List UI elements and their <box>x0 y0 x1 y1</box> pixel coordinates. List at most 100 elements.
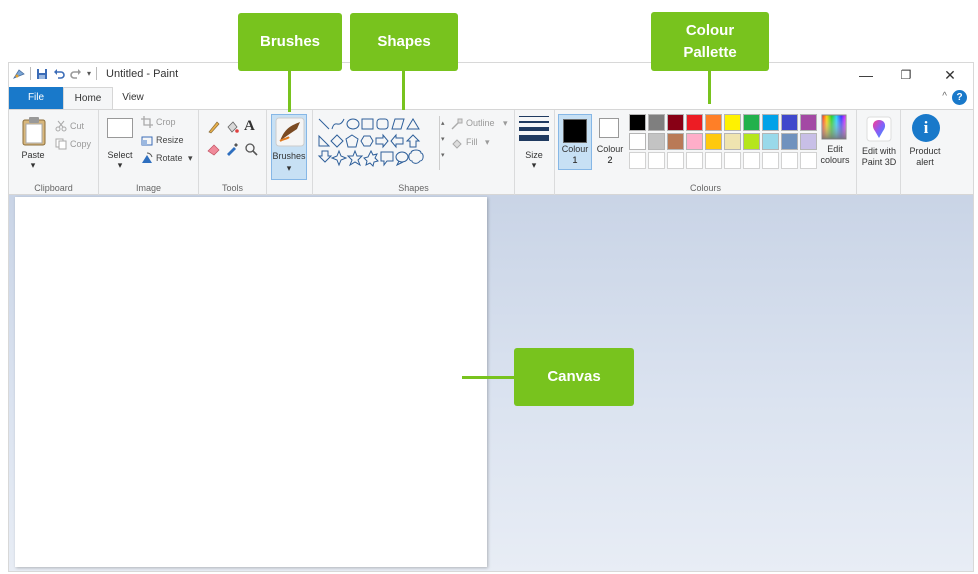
custom-colour-slot[interactable] <box>667 152 684 169</box>
custom-colour-slot[interactable] <box>648 152 665 169</box>
brushes-callout: Brushes <box>238 13 342 71</box>
outline-button[interactable]: Outline <box>466 118 495 128</box>
undo-icon[interactable] <box>53 68 65 80</box>
pencil-icon[interactable] <box>207 120 221 134</box>
palette-swatch[interactable] <box>667 133 684 150</box>
palette-swatch[interactable] <box>667 114 684 131</box>
palette-swatch[interactable] <box>743 114 760 131</box>
copy-icon[interactable] <box>55 138 67 150</box>
paste-chevron-down-icon[interactable]: ▾ <box>17 160 49 171</box>
fill-button[interactable]: Fill <box>466 137 478 147</box>
shapes-group: ▴ ▾ ▾ Outline ▾ Fill ▾ Shapes <box>313 110 515 196</box>
custom-colour-slot[interactable] <box>629 152 646 169</box>
colour1-swatch <box>563 119 587 143</box>
close-button[interactable]: ✕ <box>935 65 965 85</box>
help-icon[interactable]: ? <box>952 90 967 105</box>
brushes-label: Brushes <box>272 151 306 161</box>
palette-callout: Colour Pallette <box>651 12 769 71</box>
palette-swatch[interactable] <box>705 133 722 150</box>
save-icon[interactable] <box>36 68 48 80</box>
text-tool-icon[interactable]: A <box>244 118 255 135</box>
rotate-button[interactable]: Rotate <box>156 153 183 163</box>
palette-swatch[interactable] <box>762 114 779 131</box>
colours-group: Colour 1 1 Colour 2 2 Edit colours Colou… <box>555 110 857 196</box>
custom-colour-slot[interactable] <box>705 152 722 169</box>
workspace <box>9 195 973 571</box>
palette-swatch[interactable] <box>781 133 798 150</box>
palette-swatch[interactable] <box>743 133 760 150</box>
magnifier-icon[interactable] <box>244 142 258 156</box>
colour2-number: 2 <box>607 155 613 165</box>
redo-icon[interactable] <box>70 68 82 80</box>
qat-customize-chevron-icon[interactable]: ▾ <box>87 69 91 78</box>
resize-icon[interactable] <box>141 134 153 146</box>
copy-button[interactable]: Copy <box>70 139 91 149</box>
resize-button[interactable]: Resize <box>156 135 184 145</box>
eraser-icon[interactable] <box>207 142 221 156</box>
size-icon[interactable] <box>519 116 549 141</box>
outline-icon[interactable] <box>451 118 463 130</box>
ribbon-tabs: File Home View <box>9 87 973 109</box>
colour-palette <box>629 114 821 176</box>
product-alert-button[interactable]: Product <box>901 146 949 157</box>
crop-button[interactable]: Crop <box>156 117 176 127</box>
select-icon[interactable] <box>107 118 133 138</box>
palette-swatch[interactable] <box>686 114 703 131</box>
paint3d-icon[interactable] <box>866 116 892 142</box>
palette-swatch[interactable] <box>800 133 817 150</box>
brushes-button[interactable]: Brushes ▾ <box>271 114 307 180</box>
edit-with-paint3d-button[interactable]: Edit with <box>857 146 901 157</box>
rotate-chevron-down-icon[interactable]: ▾ <box>188 153 193 164</box>
palette-swatch[interactable] <box>705 114 722 131</box>
rotate-icon[interactable] <box>141 152 153 164</box>
palette-callout-line2: Pallette <box>683 43 737 61</box>
tab-file[interactable]: File <box>9 87 63 109</box>
palette-swatch[interactable] <box>800 114 817 131</box>
minimize-button[interactable]: — <box>851 65 881 85</box>
colour2-swatch[interactable] <box>599 118 619 138</box>
palette-swatch[interactable] <box>781 114 798 131</box>
image-group: Select ▾ Crop Resize Rotate ▾ Image <box>99 110 199 196</box>
maximize-button[interactable]: ❐ <box>891 65 921 85</box>
size-chevron-down-icon[interactable]: ▾ <box>515 160 553 171</box>
cut-button[interactable]: Cut <box>70 121 84 131</box>
clipboard-group: Paste ▾ Cut Copy Clipboard <box>9 110 99 196</box>
fill-chevron-down-icon[interactable]: ▾ <box>485 137 490 148</box>
paint-window: ▾ Untitled - Paint — ❐ ✕ File Home View … <box>8 62 974 572</box>
custom-colour-slot[interactable] <box>800 152 817 169</box>
custom-colour-slot[interactable] <box>762 152 779 169</box>
edit-colours-button[interactable]: Edit colours <box>817 144 853 166</box>
tab-home[interactable]: Home <box>63 87 113 109</box>
paint-app-icon[interactable] <box>13 68 25 80</box>
drawing-canvas[interactable] <box>15 197 487 567</box>
palette-swatch[interactable] <box>686 133 703 150</box>
edit-colours-icon[interactable] <box>821 114 847 140</box>
info-icon[interactable]: i <box>912 114 940 142</box>
custom-colour-slot[interactable] <box>724 152 741 169</box>
collapse-ribbon-icon[interactable]: ^ <box>942 91 947 102</box>
outline-chevron-down-icon[interactable]: ▾ <box>503 118 508 129</box>
palette-swatch[interactable] <box>762 133 779 150</box>
crop-icon[interactable] <box>141 116 153 128</box>
custom-colour-slot[interactable] <box>781 152 798 169</box>
palette-swatch[interactable] <box>648 114 665 131</box>
select-chevron-down-icon[interactable]: ▾ <box>103 160 137 171</box>
shapes-scroll[interactable]: ▴ ▾ ▾ <box>439 116 446 170</box>
palette-swatch[interactable] <box>648 133 665 150</box>
palette-swatch[interactable] <box>629 133 646 150</box>
color-picker-icon[interactable] <box>225 142 239 156</box>
fill-bucket-icon[interactable] <box>225 120 239 134</box>
palette-swatch[interactable] <box>724 133 741 150</box>
cut-icon[interactable] <box>55 120 67 132</box>
canvas-callout: Canvas <box>514 348 634 406</box>
tab-view[interactable]: View <box>113 87 153 109</box>
colour1-number: 1 <box>572 155 578 165</box>
palette-swatch[interactable] <box>629 114 646 131</box>
custom-colour-slot[interactable] <box>743 152 760 169</box>
separator <box>96 67 98 80</box>
paste-icon[interactable] <box>21 116 47 146</box>
custom-colour-slot[interactable] <box>686 152 703 169</box>
shapes-gallery[interactable] <box>317 116 437 168</box>
fill-icon[interactable] <box>451 137 463 149</box>
palette-swatch[interactable] <box>724 114 741 131</box>
